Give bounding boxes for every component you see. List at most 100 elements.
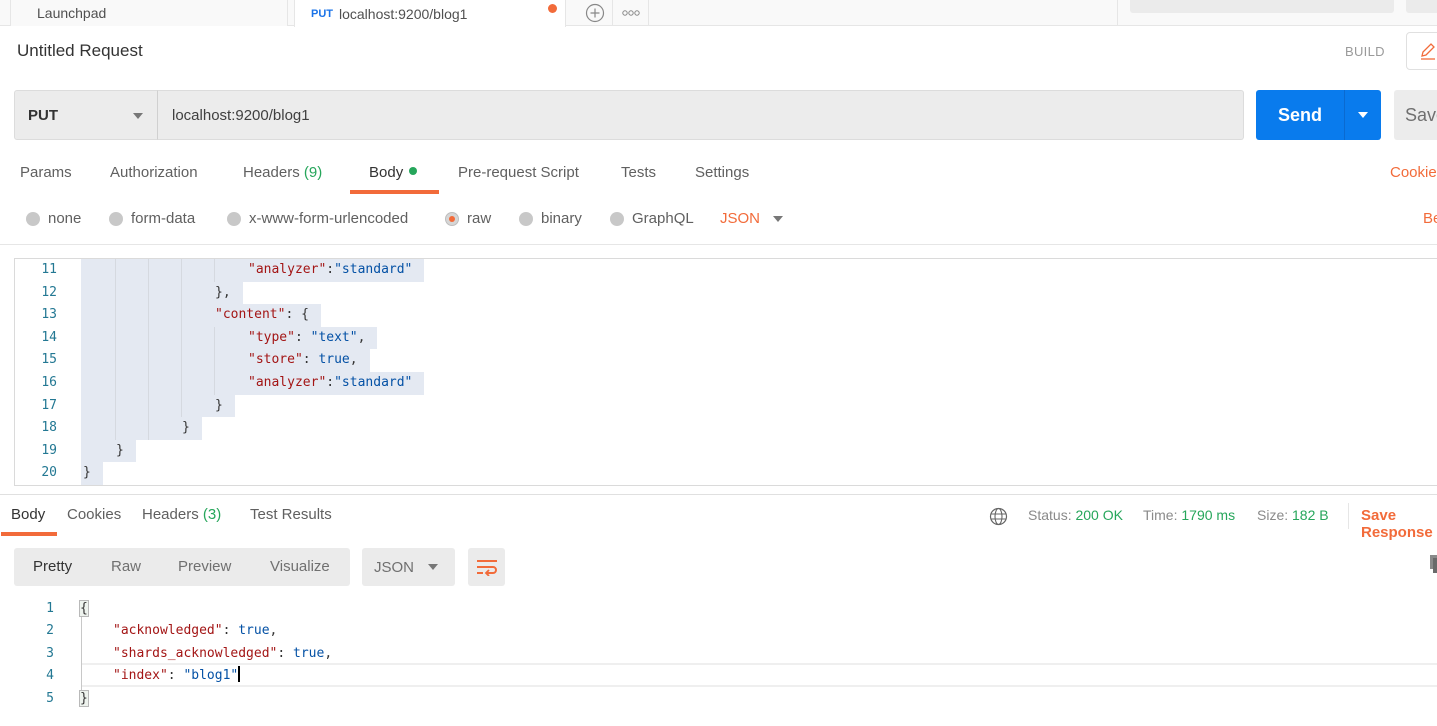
- json-key: "acknowledged": [113, 623, 223, 639]
- status-value: 200 OK: [1075, 507, 1123, 523]
- raw-format-select[interactable]: JSON: [720, 210, 760, 227]
- response-view-mode-group: Pretty Raw Preview Visualize: [14, 548, 350, 586]
- unsaved-indicator-dot: [548, 4, 557, 13]
- more-tabs-button[interactable]: [613, 0, 649, 26]
- response-status: Status: 200 OK: [1028, 507, 1123, 523]
- save-response-button[interactable]: Save Response: [1361, 507, 1437, 541]
- tab-request-active[interactable]: PUT localhost:9200/blog1: [294, 0, 566, 27]
- tab-body[interactable]: Body: [369, 164, 418, 181]
- tab-params[interactable]: Params: [20, 164, 72, 181]
- url-value: localhost:9200/blog1: [172, 106, 310, 124]
- radio-raw[interactable]: raw: [445, 210, 491, 227]
- request-title[interactable]: Untitled Request: [17, 41, 143, 61]
- view-visualize-button[interactable]: Visualize: [270, 558, 330, 575]
- radio-graphql[interactable]: GraphQL: [610, 210, 694, 227]
- chevron-down-icon: [133, 113, 143, 119]
- environment-quick-look-button[interactable]: [1406, 0, 1437, 13]
- line-number: 11: [41, 262, 57, 277]
- view-pretty-button[interactable]: Pretty: [33, 558, 72, 575]
- indent-guide: [148, 326, 149, 350]
- chevron-down-icon: [773, 216, 783, 222]
- line-code: }: [215, 395, 223, 418]
- punctuation: {: [79, 599, 89, 617]
- copy-response-button[interactable]: [1430, 555, 1437, 576]
- tab-label: Launchpad: [37, 5, 107, 21]
- response-body-viewer[interactable]: 1{2 "acknowledged": true, 3 "shards_acknowl…: [0, 597, 1437, 726]
- line-number: 3: [46, 645, 54, 661]
- line-code: "shards_acknowledged": true,: [113, 643, 332, 666]
- indent-guide: [115, 394, 116, 418]
- send-button[interactable]: Send: [1256, 90, 1344, 140]
- punctuation: :: [294, 329, 311, 345]
- edit-button[interactable]: [1406, 32, 1437, 70]
- tab-pre-request-script[interactable]: Pre-request Script: [458, 164, 579, 181]
- radio-x-www-form-urlencoded[interactable]: x-www-form-urlencoded: [227, 210, 408, 227]
- new-tab-button[interactable]: [577, 0, 613, 26]
- url-input[interactable]: localhost:9200/blog1: [157, 90, 1244, 140]
- line-code: "analyzer":"standard": [248, 259, 412, 282]
- indent-guide: [181, 304, 182, 327]
- response-size: Size: 182 B: [1257, 507, 1329, 523]
- code-line: 13 "content": {: [15, 304, 1437, 327]
- indent-guide: [181, 281, 182, 305]
- indent-guide: [148, 281, 149, 305]
- indent-guide: [214, 349, 215, 372]
- response-tab-headers[interactable]: Headers (3): [142, 506, 221, 523]
- tab-method-badge: PUT: [311, 7, 333, 20]
- response-tab-test-results[interactable]: Test Results: [250, 506, 332, 523]
- response-tab-cookies[interactable]: Cookies: [67, 506, 121, 523]
- response-time: Time: 1790 ms: [1143, 507, 1235, 523]
- tab-label: Settings: [695, 164, 750, 181]
- code-line: 5}: [0, 688, 1437, 711]
- time-label: Time:: [1143, 507, 1178, 523]
- json-value: "standard": [334, 375, 413, 390]
- response-pane-divider[interactable]: [0, 494, 1437, 495]
- tab-label: Headers: [243, 164, 300, 181]
- radio-none[interactable]: none: [26, 210, 81, 227]
- radio-binary[interactable]: binary: [519, 210, 582, 227]
- cookies-link[interactable]: Cookies: [1390, 164, 1437, 181]
- view-preview-button[interactable]: Preview: [178, 558, 231, 575]
- response-format-select[interactable]: JSON: [362, 548, 455, 586]
- radio-form-data[interactable]: form-data: [109, 210, 195, 227]
- response-tab-body[interactable]: Body: [11, 506, 45, 523]
- code-line: 17}: [15, 394, 1437, 418]
- chevron-down-icon: [1358, 112, 1368, 118]
- wrap-lines-button[interactable]: [468, 548, 505, 586]
- radio-label: raw: [467, 210, 492, 227]
- selection-highlight: [81, 394, 235, 418]
- copy-icon: [1430, 555, 1437, 573]
- http-method-select[interactable]: PUT: [14, 90, 158, 140]
- beautify-link[interactable]: Beautify: [1423, 210, 1437, 227]
- request-body-editor[interactable]: 11 "analyzer":"standard" 12}, 13 "content": …: [14, 258, 1437, 486]
- view-raw-button[interactable]: Raw: [111, 558, 141, 575]
- punctuation: },: [215, 284, 231, 300]
- indent-guide: [148, 304, 149, 327]
- json-key: "type": [248, 329, 295, 345]
- tab-authorization[interactable]: Authorization: [110, 164, 198, 181]
- network-info-button[interactable]: [989, 507, 1008, 529]
- tab-launchpad[interactable]: Launchpad: [10, 0, 288, 26]
- line-number: 12: [41, 284, 57, 300]
- indent-guide: [181, 259, 182, 282]
- indent-guide: [181, 372, 182, 395]
- tab-headers[interactable]: Headers (9): [243, 164, 322, 181]
- punctuation: :: [326, 262, 335, 277]
- save-button[interactable]: Save: [1394, 90, 1437, 140]
- environment-select[interactable]: [1130, 0, 1394, 13]
- tab-settings[interactable]: Settings: [695, 164, 749, 181]
- punctuation: {: [301, 307, 309, 323]
- radio-circle: [26, 211, 40, 226]
- punctuation: ,: [269, 623, 278, 639]
- active-tab-underline: [350, 190, 439, 194]
- code-line: 20}: [15, 462, 1437, 485]
- tab-tests[interactable]: Tests: [621, 164, 656, 181]
- build-mode-label[interactable]: BUILD: [1345, 44, 1385, 59]
- code-line: 18}: [15, 417, 1437, 440]
- line-code: "analyzer":"standard": [248, 372, 412, 395]
- indent-guide: [115, 349, 116, 372]
- send-options-button[interactable]: [1344, 90, 1381, 140]
- code-line: 11 "analyzer":"standard": [15, 259, 1437, 282]
- json-key: "shards_acknowledged": [113, 645, 278, 661]
- line-number: 17: [41, 397, 57, 413]
